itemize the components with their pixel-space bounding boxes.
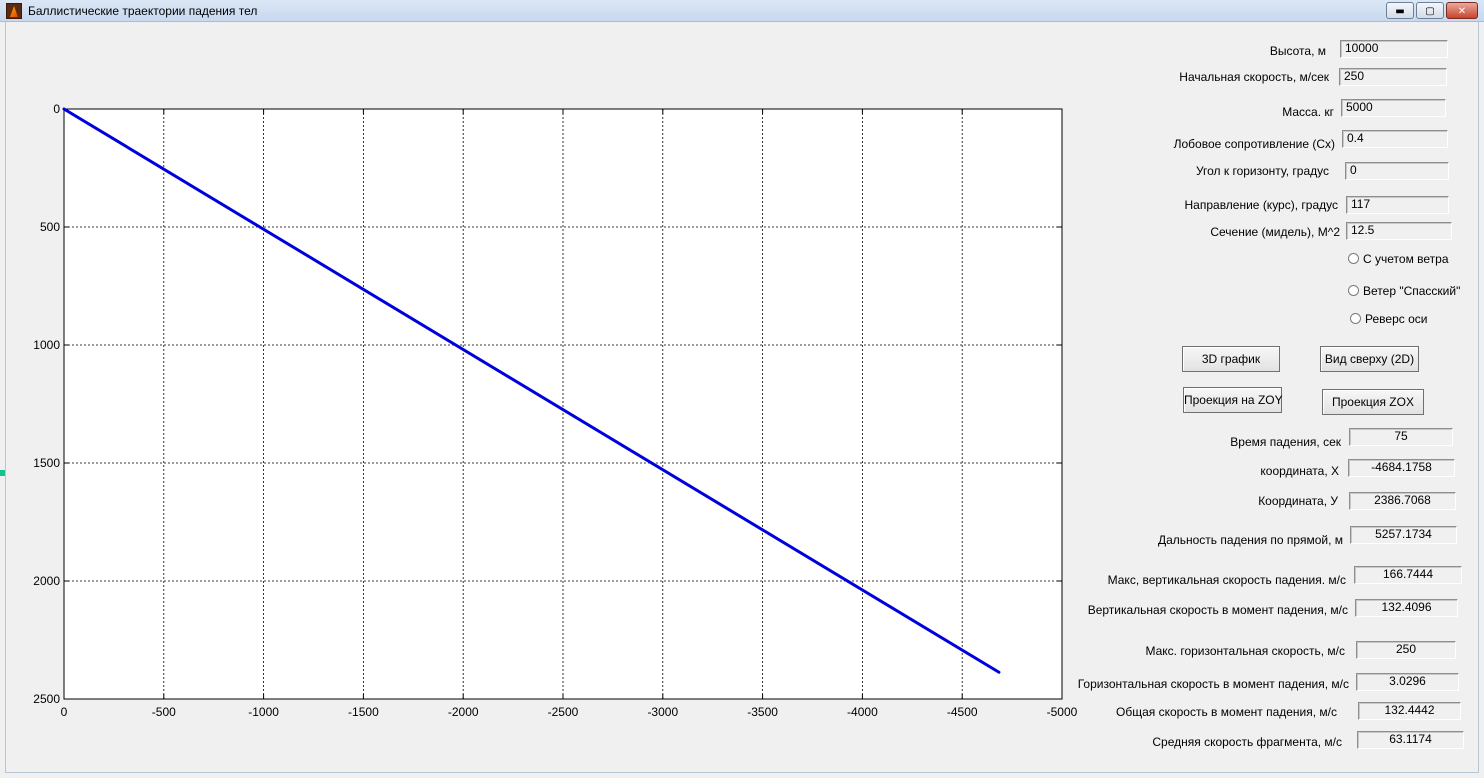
cross-section-label: Сечение (мидель), М^2 [1210,225,1340,239]
height-input[interactable]: 10000 [1340,40,1448,58]
mass-input[interactable]: 5000 [1341,99,1446,117]
radio-circle-icon[interactable] [1350,313,1361,324]
plot-3d-button[interactable]: 3D график [1182,346,1280,372]
y-tick-label: 1000 [33,338,60,352]
minimize-button[interactable]: ▬ [1386,2,1414,19]
top-view-button[interactable]: Вид сверху (2D) [1320,346,1419,372]
drag-coefficient-input[interactable]: 0.4 [1342,130,1448,148]
radio-circle-icon[interactable] [1348,285,1359,296]
heading-input[interactable]: 117 [1346,196,1449,214]
x-tick-label: -5000 [1047,705,1078,719]
height-label: Высота, м [1269,44,1326,58]
x-tick-label: -2500 [548,705,579,719]
initial-speed-label: Начальная скорость, м/сек [1179,70,1329,84]
x-tick-label: -1000 [248,705,279,719]
coordinate-y-value: 2386.7068 [1349,492,1456,510]
spassky-wind-option[interactable]: Ветер "Спасский" [1348,284,1460,298]
wind-option-label: С учетом ветра [1363,252,1449,266]
x-tick-label: -1500 [348,705,379,719]
impact-vertical-speed-label: Вертикальная скорость в момент падения, … [1087,603,1348,617]
drag-coefficient-label: Лобовое сопротивление (Cx) [1173,137,1335,151]
heading-label: Направление (курс), градус [1184,198,1338,212]
impact-total-speed-value: 132.4442 [1358,702,1461,720]
x-tick-label: -500 [152,705,176,719]
angle-input[interactable]: 0 [1345,162,1449,180]
projection-zox-button[interactable]: Проекция ZOX [1322,389,1424,415]
coordinate-x-label: координата, X [1260,464,1339,478]
x-tick-label: -3500 [747,705,778,719]
x-tick-label: 0 [61,705,68,719]
max-horizontal-speed-value: 250 [1356,641,1456,659]
wind-option[interactable]: С учетом ветра [1348,252,1449,266]
x-tick-label: -4000 [847,705,878,719]
initial-speed-input[interactable]: 250 [1339,68,1447,86]
max-vertical-speed-value: 166.7444 [1354,566,1462,584]
fall-time-label: Время падения, сек [1230,435,1341,449]
trajectory-plot[interactable]: 0 -500 -1000 -1500 -2000 -2500 -3000 -3500 -4000… [0,0,1100,740]
x-tick-label: -2000 [448,705,479,719]
impact-total-speed-label: Общая скорость в момент падения, м/с [1115,705,1337,719]
radio-circle-icon[interactable] [1348,253,1359,264]
impact-horizontal-speed-value: 3.0296 [1356,673,1459,691]
projection-zoy-button[interactable]: Проекция на ZOY [1183,387,1283,413]
coordinate-x-value: -4684.1758 [1348,459,1455,477]
max-vertical-speed-label: Макс, вертикальная скорость падения. м/с [1107,573,1346,587]
x-tick-label: -4500 [947,705,978,719]
angle-label: Угол к горизонту, градус [1195,164,1329,178]
spassky-wind-option-label: Ветер "Спасский" [1363,284,1461,298]
y-tick-label: 2000 [33,574,60,588]
y-tick-label: 500 [40,220,60,234]
range-label: Дальность падения по прямой, м [1157,533,1343,547]
maximize-button[interactable]: ▢ [1416,2,1444,19]
reverse-axis-option[interactable]: Реверс оси [1350,312,1427,326]
reverse-axis-option-label: Реверс оси [1365,312,1428,326]
range-value: 5257.1734 [1350,526,1457,544]
y-tick-label: 0 [53,102,60,116]
y-tick-label: 2500 [33,692,60,706]
max-horizontal-speed-label: Макс. горизонтальная скорость, м/с [1145,644,1345,658]
cross-section-input[interactable]: 12.5 [1346,222,1452,240]
close-button[interactable]: ✕ [1446,2,1478,19]
fall-time-value: 75 [1349,428,1453,446]
average-speed-value: 63.1174 [1357,731,1464,749]
x-tick-label: -3000 [647,705,678,719]
mass-label: Масса. кг [1282,105,1334,119]
average-speed-label: Средняя скорость фрагмента, м/с [1152,735,1342,749]
y-tick-label: 1500 [33,456,60,470]
impact-horizontal-speed-label: Горизонтальная скорость в момент падения… [1077,677,1349,691]
coordinate-y-label: Координата, У [1258,494,1338,508]
impact-vertical-speed-value: 132.4096 [1355,599,1458,617]
